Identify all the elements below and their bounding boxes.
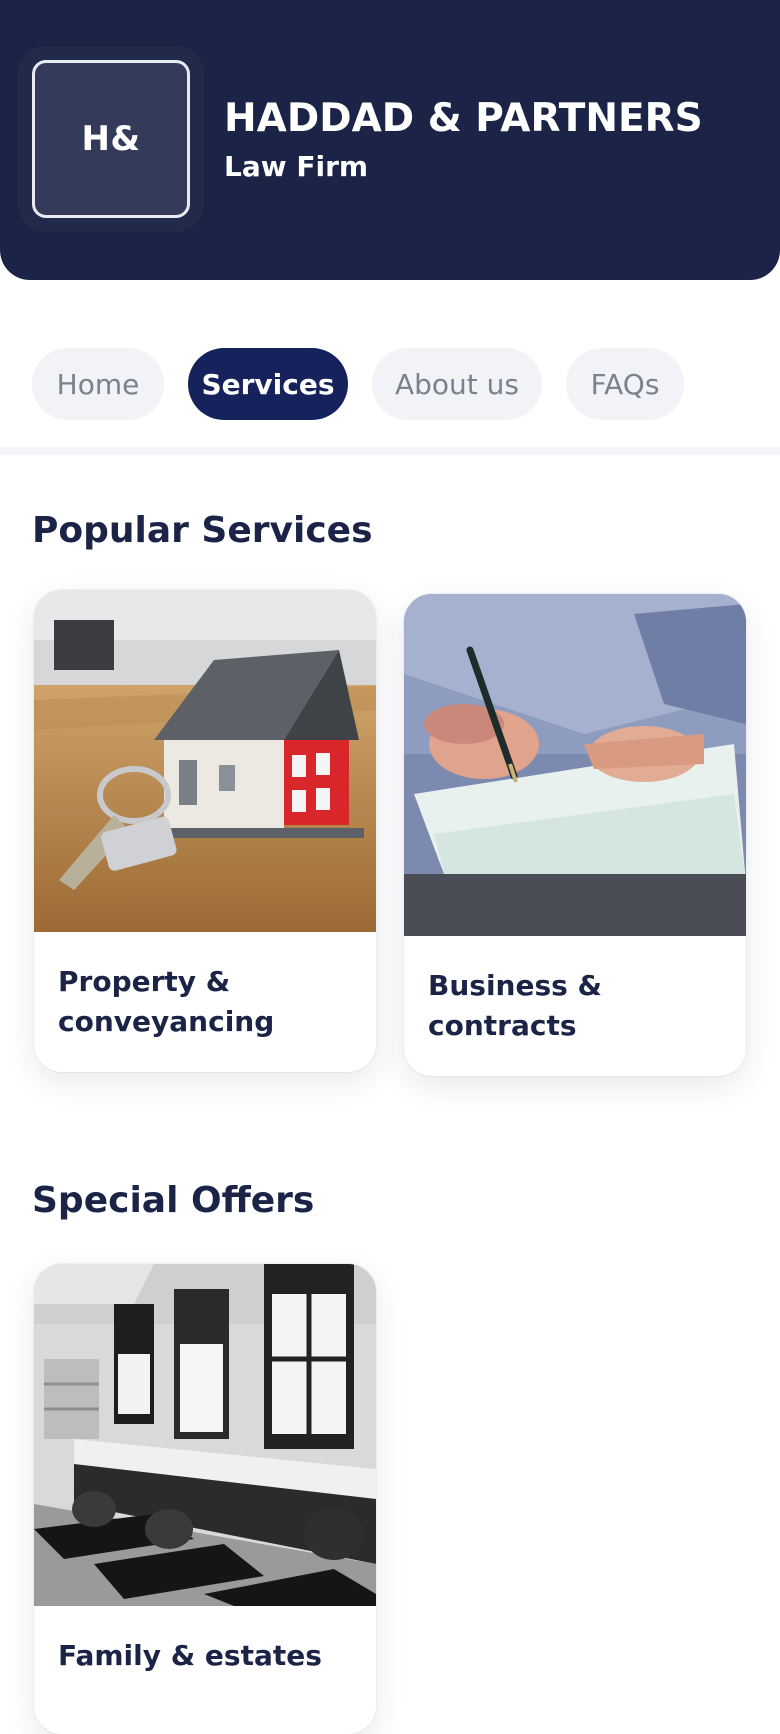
popular-services-title: Popular Services [32,510,373,551]
firm-logo[interactable]: H& [32,60,190,218]
tab-home-label: Home [56,367,140,401]
tab-home[interactable]: Home [32,348,164,420]
offer-card-family[interactable]: Family & estates [34,1264,376,1734]
tab-faqs[interactable]: FAQs [566,348,684,420]
firm-type: Law Firm [224,150,369,183]
service-card-property[interactable]: Property & conveyancing [34,590,376,1072]
service-card-property-label: Property & conveyancing [58,965,275,1038]
service-card-business-label: Business & contracts [428,969,602,1042]
firm-name: HADDAD & PARTNERS [224,96,703,141]
app-header: H& HADDAD & PARTNERS Law Firm [0,0,780,280]
house-keys-image [34,590,376,932]
offer-card-family-label: Family & estates [58,1639,322,1672]
tab-services-label: Services [201,367,335,401]
logo-initials: H& [81,119,141,159]
nav-tabs: Home Services About us FAQs [0,348,780,420]
tab-services[interactable]: Services [188,348,348,420]
signing-document-image [404,594,746,936]
nav-divider [0,447,780,455]
tab-about-us-label: About us [394,367,520,401]
tab-faqs-label: FAQs [590,367,660,401]
service-card-business[interactable]: Business & contracts [404,594,746,1076]
tab-about-us[interactable]: About us [372,348,542,420]
salon-interior-image [34,1264,376,1606]
special-offers-title: Special Offers [32,1180,315,1221]
